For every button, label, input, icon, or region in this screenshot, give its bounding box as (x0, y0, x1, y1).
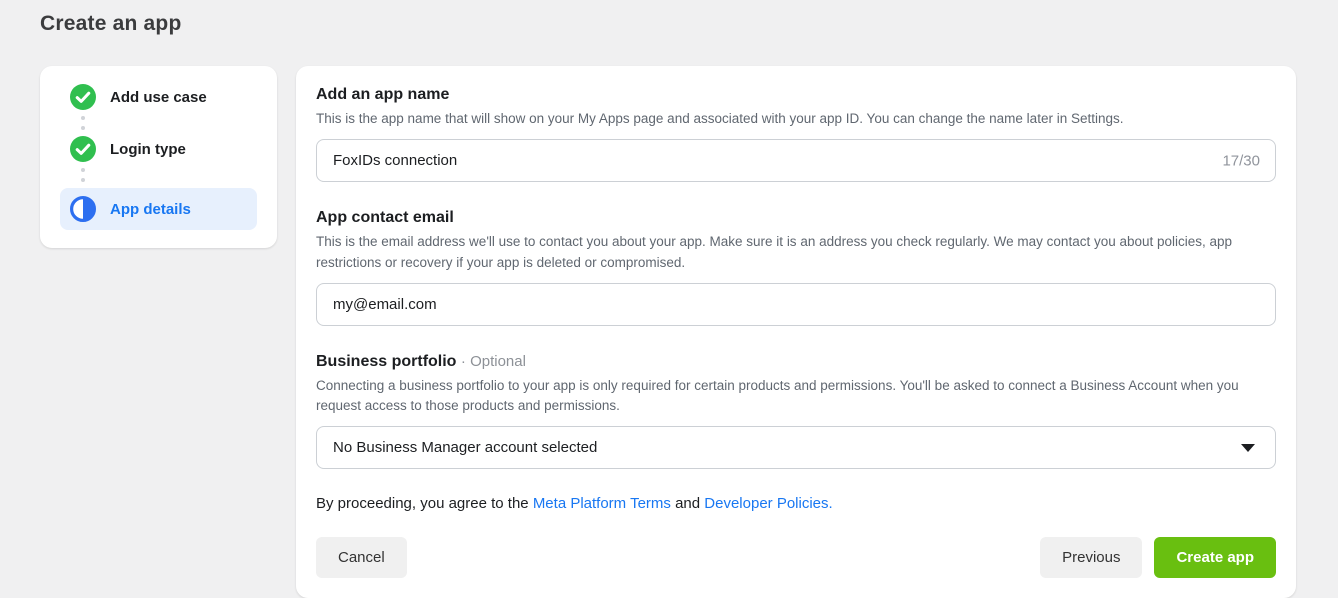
contact-email-section: App contact email This is the email addr… (316, 209, 1276, 326)
create-app-page: Create an app Add use case Login type (0, 0, 1338, 598)
app-name-input[interactable] (316, 139, 1276, 182)
step-add-use-case[interactable]: Add use case (60, 84, 257, 110)
step-login-type[interactable]: Login type (60, 136, 257, 162)
step-label: Login type (110, 141, 186, 158)
legal-text: By proceeding, you agree to the Meta Pla… (316, 495, 1276, 512)
legal-suffix: . (829, 495, 833, 512)
footer-right-actions: Previous Create app (1040, 537, 1276, 578)
app-details-form-card: Add an app name This is the app name tha… (296, 66, 1296, 598)
check-circle-icon (70, 84, 96, 110)
app-name-input-wrap: 17/30 (316, 139, 1276, 182)
optional-tag: · Optional (461, 353, 526, 370)
step-label: App details (110, 201, 191, 218)
footer-actions: Cancel Previous Create app (316, 537, 1276, 578)
step-connector (81, 168, 257, 182)
create-app-button[interactable]: Create app (1154, 537, 1276, 578)
page-layout: Add use case Login type Ap (40, 66, 1338, 598)
business-portfolio-selected-value: No Business Manager account selected (333, 439, 597, 456)
step-label: Add use case (110, 89, 207, 106)
business-portfolio-description: Connecting a business portfolio to your … (316, 376, 1276, 417)
previous-button[interactable]: Previous (1040, 537, 1142, 578)
step-connector (81, 116, 257, 130)
legal-prefix: By proceeding, you agree to the (316, 495, 533, 512)
app-name-description: This is the app name that will show on y… (316, 109, 1276, 129)
business-portfolio-select[interactable]: No Business Manager account selected (316, 426, 1276, 469)
contact-email-input-wrap (316, 283, 1276, 326)
char-counter: 17/30 (1222, 152, 1260, 169)
step-app-details[interactable]: App details (60, 188, 257, 230)
legal-middle: and (671, 495, 704, 512)
business-portfolio-section: Business portfolio · Optional Connecting… (316, 353, 1276, 470)
contact-email-label: App contact email (316, 209, 1276, 227)
check-circle-icon (70, 136, 96, 162)
half-circle-progress-icon (70, 196, 96, 222)
business-portfolio-label: Business portfolio · Optional (316, 353, 1276, 371)
page-title: Create an app (40, 12, 1338, 36)
contact-email-description: This is the email address we'll use to c… (316, 232, 1276, 273)
developer-policies-link[interactable]: Developer Policies (704, 495, 828, 512)
contact-email-input[interactable] (316, 283, 1276, 326)
app-name-section: Add an app name This is the app name tha… (316, 86, 1276, 182)
chevron-down-icon (1241, 444, 1255, 452)
meta-platform-terms-link[interactable]: Meta Platform Terms (533, 495, 671, 512)
cancel-button[interactable]: Cancel (316, 537, 407, 578)
business-portfolio-label-text: Business portfolio (316, 353, 456, 370)
wizard-stepper: Add use case Login type Ap (40, 66, 277, 248)
app-name-label: Add an app name (316, 86, 1276, 104)
